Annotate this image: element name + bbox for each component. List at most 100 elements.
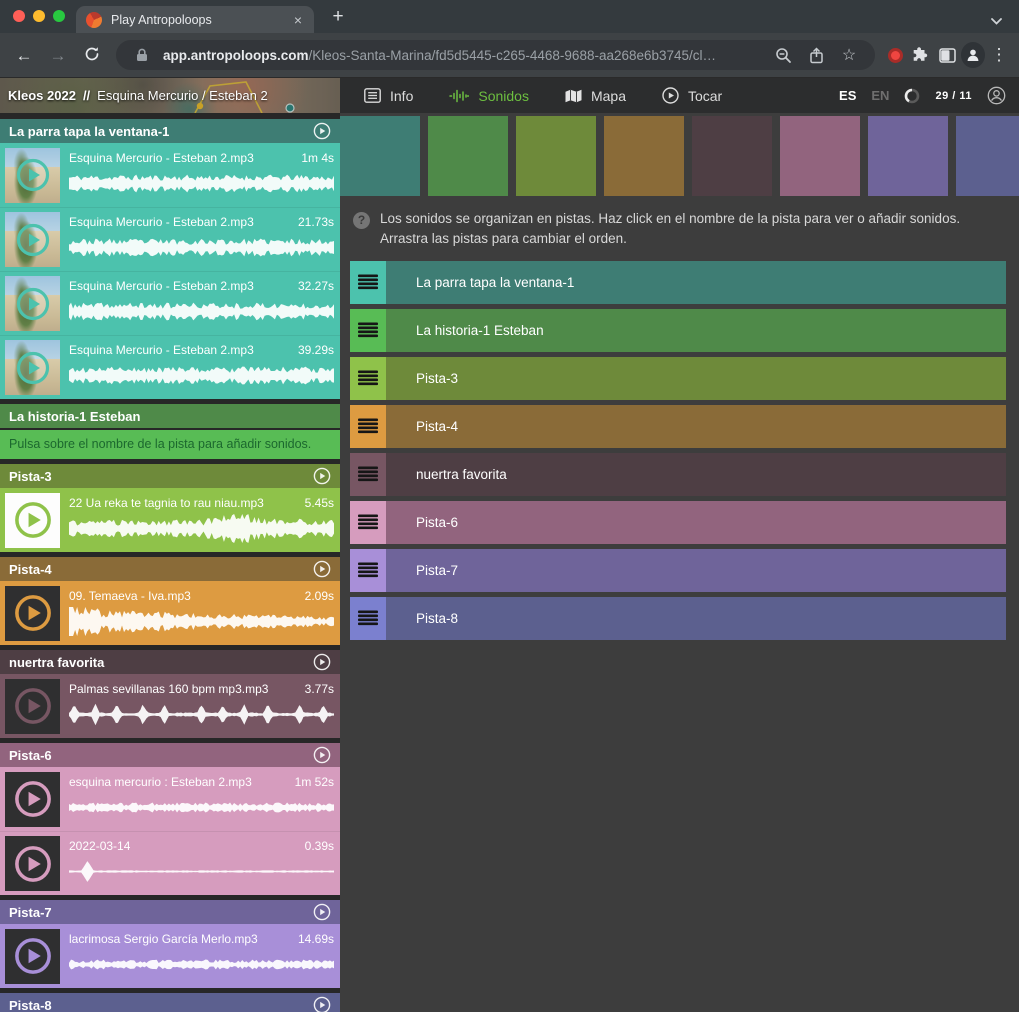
browser-menu-icon[interactable]: ⋮ bbox=[987, 45, 1011, 65]
clip-row[interactable]: lacrimosa Sergio García Merlo.mp314.69s bbox=[0, 924, 340, 988]
zoom-icon[interactable] bbox=[771, 47, 795, 64]
track-list-row[interactable]: La historia-1 Esteban bbox=[350, 309, 1006, 352]
tab-sonidos[interactable]: Sonidos bbox=[449, 88, 529, 104]
track-play-icon[interactable] bbox=[313, 122, 331, 140]
track-row-name: Pista-4 bbox=[416, 419, 458, 434]
project-name[interactable]: Kleos 2022 bbox=[8, 88, 76, 103]
share-icon[interactable] bbox=[804, 47, 828, 64]
tab-tocar[interactable]: Tocar bbox=[662, 87, 722, 104]
clip-thumbnail[interactable] bbox=[5, 929, 60, 984]
clip-duration: 1m 4s bbox=[301, 151, 334, 165]
sidebar-track-header[interactable]: La historia-1 Esteban bbox=[0, 404, 340, 428]
sidebar-track-4: Pista-4 09. Temaeva - Iva.mp32.09s bbox=[0, 557, 340, 645]
clip-filename: Palmas sevillanas 160 bpm mp3.mp3 bbox=[69, 682, 268, 696]
profile-avatar[interactable] bbox=[961, 42, 985, 68]
url-text[interactable]: app.antropoloops.com/Kleos-Santa-Marina/… bbox=[163, 48, 762, 63]
track-color-swatch[interactable] bbox=[428, 116, 508, 196]
track-color-swatch[interactable] bbox=[340, 116, 420, 196]
clip-row[interactable]: Esquina Mercurio - Esteban 2.mp332.27s bbox=[0, 271, 340, 335]
track-play-icon[interactable] bbox=[313, 560, 331, 578]
clip-thumbnail[interactable] bbox=[5, 836, 60, 891]
track-color-swatch[interactable] bbox=[868, 116, 948, 196]
track-color-swatch[interactable] bbox=[692, 116, 772, 196]
lang-en-button[interactable]: EN bbox=[871, 88, 889, 103]
clip-thumbnail[interactable] bbox=[5, 148, 60, 203]
track-color-swatch[interactable] bbox=[780, 116, 860, 196]
clip-play-icon bbox=[15, 286, 51, 322]
clip-row[interactable]: 2022-03-140.39s bbox=[0, 831, 340, 895]
track-play-icon[interactable] bbox=[313, 996, 331, 1012]
sidebar-track-8: Pista-8 bbox=[0, 993, 340, 1012]
clip-duration: 3.77s bbox=[305, 682, 334, 696]
forward-button[interactable]: → bbox=[42, 47, 74, 64]
back-button[interactable]: ← bbox=[8, 47, 40, 64]
browser-window: Play Antropoloops × + ← → app.antropoloo… bbox=[0, 0, 1019, 1012]
sidebar-track-header[interactable]: Pista-3 bbox=[0, 464, 340, 488]
drag-handle[interactable] bbox=[350, 405, 386, 448]
maximize-window-button[interactable] bbox=[53, 10, 65, 22]
sidebar-track-header[interactable]: Pista-6 bbox=[0, 743, 340, 767]
clip-thumbnail[interactable] bbox=[5, 493, 60, 548]
account-icon[interactable] bbox=[987, 86, 1006, 105]
sidebar-track-header[interactable]: nuertra favorita bbox=[0, 650, 340, 674]
track-name: Pista-7 bbox=[9, 905, 313, 920]
track-color-swatch[interactable] bbox=[956, 116, 1019, 196]
clip-thumbnail[interactable] bbox=[5, 772, 60, 827]
tab-search-chevron-icon[interactable] bbox=[991, 12, 1002, 30]
close-window-button[interactable] bbox=[13, 10, 25, 22]
sidebar-track-header[interactable]: Pista-8 bbox=[0, 993, 340, 1012]
track-list-row[interactable]: Pista-3 bbox=[350, 357, 1006, 400]
lang-es-button[interactable]: ES bbox=[839, 88, 856, 103]
recording-indicator-icon[interactable] bbox=[883, 48, 907, 63]
track-list-row[interactable]: Pista-7 bbox=[350, 549, 1006, 592]
waveform bbox=[69, 295, 334, 328]
track-name: La parra tapa la ventana-1 bbox=[9, 124, 313, 139]
track-list-row[interactable]: La parra tapa la ventana-1 bbox=[350, 261, 1006, 304]
drag-handle[interactable] bbox=[350, 597, 386, 640]
track-play-icon[interactable] bbox=[313, 653, 331, 671]
clip-row[interactable]: 09. Temaeva - Iva.mp32.09s bbox=[0, 581, 340, 645]
tab-info[interactable]: Info bbox=[364, 88, 413, 104]
sidebar-track-header[interactable]: Pista-4 bbox=[0, 557, 340, 581]
track-color-swatch[interactable] bbox=[604, 116, 684, 196]
clip-row[interactable]: Esquina Mercurio - Esteban 2.mp339.29s bbox=[0, 335, 340, 399]
track-play-icon[interactable] bbox=[313, 467, 331, 485]
reload-button[interactable] bbox=[76, 46, 108, 65]
breadcrumb[interactable]: Kleos 2022 // Esquina Mercurio / Esteban… bbox=[0, 78, 340, 113]
clip-row[interactable]: Esquina Mercurio - Esteban 2.mp321.73s bbox=[0, 207, 340, 271]
track-list-row[interactable]: Pista-4 bbox=[350, 405, 1006, 448]
track-list-row[interactable]: nuertra favorita bbox=[350, 453, 1006, 496]
new-tab-button[interactable]: + bbox=[326, 6, 350, 28]
clip-row[interactable]: 22 Ua reka te tagnia to rau niau.mp35.45… bbox=[0, 488, 340, 552]
track-color-swatch[interactable] bbox=[516, 116, 596, 196]
clip-thumbnail[interactable] bbox=[5, 586, 60, 641]
drag-handle[interactable] bbox=[350, 549, 386, 592]
minimize-window-button[interactable] bbox=[33, 10, 45, 22]
help-row: ? Los sonidos se organizan en pistas. Ha… bbox=[353, 209, 995, 250]
clip-row[interactable]: Esquina Mercurio - Esteban 2.mp31m 4s bbox=[0, 143, 340, 207]
browser-tab[interactable]: Play Antropoloops × bbox=[76, 6, 314, 33]
drag-handle[interactable] bbox=[350, 357, 386, 400]
track-list-row[interactable]: Pista-6 bbox=[350, 501, 1006, 544]
clip-row[interactable]: Palmas sevillanas 160 bpm mp3.mp3 3.77s bbox=[0, 674, 340, 738]
side-panel-icon[interactable] bbox=[935, 48, 959, 63]
sidebar-track-header[interactable]: Pista-7 bbox=[0, 900, 340, 924]
bookmark-star-icon[interactable]: ☆ bbox=[837, 45, 861, 65]
clip-row[interactable]: esquina mercurio : Esteban 2.mp31m 52s bbox=[0, 767, 340, 831]
tab-close-icon[interactable]: × bbox=[292, 11, 304, 29]
drag-handle[interactable] bbox=[350, 309, 386, 352]
extensions-puzzle-icon[interactable] bbox=[909, 46, 933, 64]
drag-handle[interactable] bbox=[350, 261, 386, 304]
clip-thumbnail[interactable] bbox=[5, 212, 60, 267]
track-list-row[interactable]: Pista-8 bbox=[350, 597, 1006, 640]
track-play-icon[interactable] bbox=[313, 903, 331, 921]
drag-handle[interactable] bbox=[350, 501, 386, 544]
clip-thumbnail[interactable] bbox=[5, 340, 60, 395]
track-play-icon[interactable] bbox=[313, 746, 331, 764]
clip-thumbnail[interactable] bbox=[5, 679, 60, 734]
drag-handle[interactable] bbox=[350, 453, 386, 496]
clip-thumbnail[interactable] bbox=[5, 276, 60, 331]
address-bar[interactable]: app.antropoloops.com/Kleos-Santa-Marina/… bbox=[116, 40, 875, 70]
sidebar-track-header[interactable]: La parra tapa la ventana-1 bbox=[0, 119, 340, 143]
tab-mapa[interactable]: Mapa bbox=[565, 88, 626, 104]
